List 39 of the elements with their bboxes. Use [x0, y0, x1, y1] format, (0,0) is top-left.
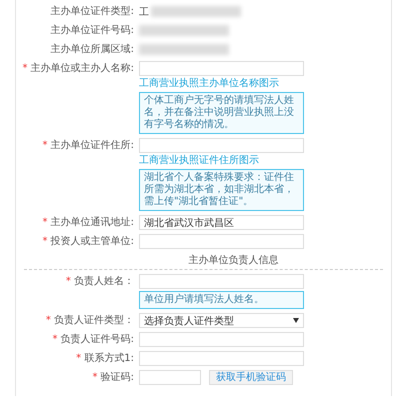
- hint-box: 湖北省个人备案特殊要求：证件住所需为湖北本省，如非湖北本省，需上传"湖北省暂住证"。: [139, 169, 304, 211]
- text-field[interactable]: [139, 332, 304, 347]
- field-label: 主办单位证件号码:: [50, 25, 134, 36]
- required-mark: *: [66, 276, 71, 287]
- hint-box: 个体工商户无字号的请填写法人姓名，并在备注中说明营业执照上没有字号名称的情况。: [139, 92, 304, 134]
- caret-icon: [293, 318, 299, 323]
- get-code-button[interactable]: 获取手机验证码: [209, 370, 293, 385]
- required-mark: *: [42, 140, 48, 151]
- required-mark: *: [76, 353, 82, 364]
- section-title: 主办单位负责人信息: [188, 254, 280, 267]
- hint-box: 单位用户请填写法人姓名。: [139, 291, 304, 309]
- text-field[interactable]: [139, 234, 304, 249]
- field-label: 投资人或主管单位:: [50, 236, 134, 247]
- text-field[interactable]: 湖北省武汉市武昌区: [139, 215, 304, 230]
- text-field[interactable]: [139, 138, 304, 153]
- select-field[interactable]: 选择负责人证件类型: [139, 313, 304, 328]
- field-label: 联系方式1:: [84, 353, 134, 364]
- field-label: 验证码:: [100, 372, 134, 383]
- required-mark: *: [52, 334, 58, 345]
- field-label: 负责人证件号码:: [60, 334, 134, 345]
- field-label: 负责人证件类型：: [54, 315, 134, 326]
- required-mark: *: [22, 63, 28, 74]
- field-label: 主办单位或主办人名称:: [30, 63, 134, 74]
- text-field[interactable]: [139, 274, 304, 289]
- field-label: 负责人姓名：: [74, 276, 134, 287]
- field-label: 主办单位所属区域:: [50, 44, 134, 55]
- code-field[interactable]: [139, 370, 201, 385]
- required-mark: *: [92, 372, 98, 383]
- field-value: 工: [139, 6, 149, 18]
- example-link[interactable]: 工商营业执照证件住所图示: [139, 155, 304, 167]
- example-link[interactable]: 工商营业执照主办单位名称图示: [139, 78, 304, 90]
- text-field[interactable]: [139, 351, 304, 366]
- field-label: 主办单位通讯地址:: [50, 217, 134, 228]
- text-field[interactable]: [139, 61, 304, 76]
- field-label: 主办单位证件类型:: [50, 6, 134, 17]
- required-mark: *: [46, 315, 51, 326]
- field-label: 主办单位证件住所:: [50, 140, 134, 151]
- required-mark: *: [42, 217, 48, 228]
- required-mark: *: [42, 236, 48, 247]
